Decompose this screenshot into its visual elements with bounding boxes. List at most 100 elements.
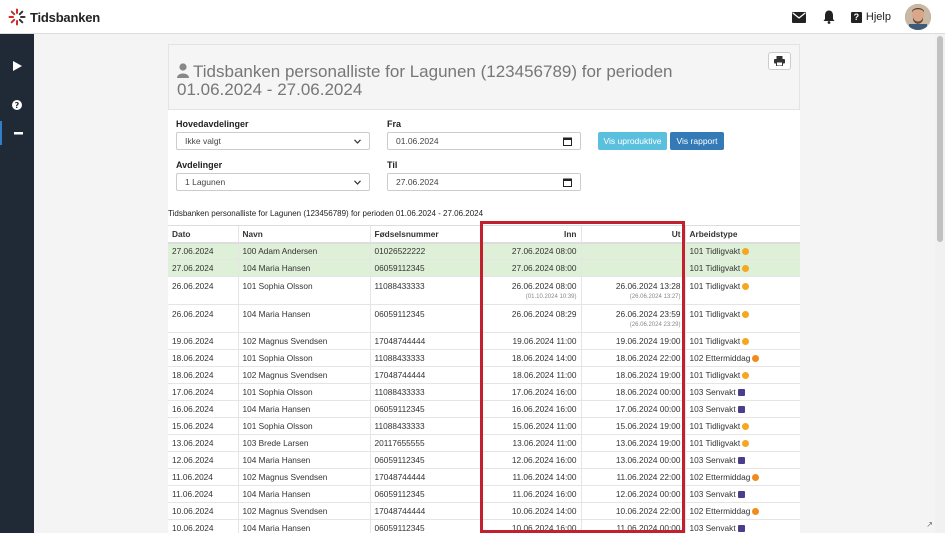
sidebar-help-button[interactable]: ?: [0, 93, 34, 117]
navn-text: 103 Brede Larsen: [242, 438, 309, 448]
col-arbeidstype[interactable]: Arbeidstype: [684, 225, 800, 244]
cell-fodselsnummer: 06059112345: [369, 451, 480, 469]
cell-ut: 11.06.2024 00:00: [580, 519, 685, 533]
cell-dato: 12.06.2024: [168, 451, 238, 469]
sun-icon: [742, 248, 750, 256]
col-inn[interactable]: Inn: [479, 225, 581, 244]
cell-fodselsnummer: 11088433333: [369, 349, 480, 367]
til-date-input[interactable]: 27.06.2024: [387, 173, 581, 191]
fra-date-input[interactable]: 01.06.2024: [387, 132, 581, 150]
table-row: 16.06.2024 104 Maria Hansen 06059112345 16.…: [168, 400, 800, 418]
dato-text: 27.06.2024: [172, 246, 214, 257]
cell-inn: 26.06.2024 08:00 (01.10.2024 10:39): [479, 276, 581, 305]
cell-arbeidstype: 103 Senvakt: [684, 485, 800, 503]
ut-text: 10.06.2024 22:00: [615, 506, 681, 516]
hovedavdelinger-select[interactable]: Ikke valgt: [176, 132, 370, 150]
col-dato[interactable]: Dato: [168, 225, 238, 244]
moon-icon: [737, 389, 745, 396]
sun-icon: [742, 440, 750, 447]
fra-value: 01.06.2024: [396, 136, 439, 146]
cell-navn: 100 Adam Andersen: [237, 242, 370, 260]
sidebar-play-button[interactable]: [0, 54, 34, 78]
vis-rapport-button[interactable]: Vis rapport: [670, 132, 724, 150]
vis-uproduktive-button[interactable]: Vis uproduktive: [598, 132, 667, 150]
fnr-text: 06059112345: [374, 309, 425, 319]
cell-navn: 104 Maria Hansen: [237, 259, 370, 277]
navn-text: 101 Sophia Olsson: [242, 353, 313, 363]
sun-icon: [742, 265, 750, 272]
envelope-icon[interactable]: [791, 9, 807, 25]
bell-icon[interactable]: [821, 9, 837, 25]
cell-arbeidstype: 101 Tidligvakt: [684, 276, 800, 305]
sidebar-collapse-button[interactable]: [0, 121, 34, 145]
table-row: 11.06.2024 104 Maria Hansen 06059112345 11.…: [168, 485, 800, 503]
cell-dato: 27.06.2024: [168, 242, 238, 260]
cell-dato: 18.06.2024: [168, 349, 238, 367]
ut-text: 17.06.2024 00:00: [615, 404, 681, 414]
dato-text: 13.06.2024: [172, 438, 214, 448]
dato-text: 15.06.2024: [172, 421, 214, 431]
ut-text: 12.06.2024 00:00: [615, 489, 681, 499]
dato-text: 10.06.2024: [172, 523, 214, 533]
cell-ut: [580, 259, 685, 277]
dato-text: 26.06.2024: [172, 309, 214, 319]
arbeidstype-text: 103 Senvakt: [689, 523, 736, 533]
col-ut[interactable]: Ut: [580, 225, 685, 244]
navn-text: 101 Sophia Olsson: [242, 387, 313, 397]
col-fodselsnummer[interactable]: Fødselsnummer: [369, 225, 480, 244]
cell-fodselsnummer: 06059112345: [369, 519, 480, 533]
ut-text: 26.06.2024 13:28: [615, 281, 681, 291]
avdelinger-value: 1 Lagunen: [185, 177, 226, 187]
arbeidstype-text: 101 Tidligvakt: [689, 421, 741, 431]
chevron-down-icon: [354, 138, 361, 144]
cell-ut: 18.06.2024 00:00: [580, 383, 685, 401]
ut-text: 26.06.2024 23:59: [615, 309, 681, 319]
moon-icon: [737, 457, 745, 464]
print-button[interactable]: [768, 52, 791, 70]
table-row: 15.06.2024 101 Sophia Olsson 11088433333 15…: [168, 417, 800, 435]
cell-navn: 102 Magnus Svendsen: [237, 332, 370, 350]
cell-navn: 104 Maria Hansen: [237, 304, 370, 333]
cell-arbeidstype: 101 Tidligvakt: [684, 366, 800, 384]
table-row: 17.06.2024 101 Sophia Olsson 11088433333 17…: [168, 383, 800, 401]
fnr-text: 17048744444: [374, 506, 426, 516]
avatar[interactable]: [905, 4, 931, 30]
ut-text: 13.06.2024 19:00: [615, 438, 681, 448]
inn-text: 27.06.2024 08:00: [511, 246, 577, 257]
cell-fodselsnummer: 06059112345: [369, 485, 480, 503]
col-navn[interactable]: Navn: [237, 225, 370, 244]
scrollbar-thumb[interactable]: [937, 36, 943, 242]
fnr-text: 06059112345: [374, 523, 425, 533]
inn-text: 17.06.2024 16:00: [511, 387, 577, 397]
cell-inn: 10.06.2024 16:00: [479, 519, 581, 533]
navn-text: 100 Adam Andersen: [242, 246, 318, 257]
resize-handle-icon[interactable]: ↗: [926, 520, 933, 529]
inn-text: 27.06.2024 08:00: [511, 263, 577, 273]
navn-text: 104 Maria Hansen: [242, 523, 311, 533]
sunset-icon: [752, 508, 760, 515]
ut-text: 15.06.2024 19:00: [615, 421, 681, 431]
arbeidstype-text: 101 Tidligvakt: [689, 246, 741, 257]
inn-text: 11.06.2024 16:00: [512, 489, 577, 499]
arbeidstype-text: 102 Ettermiddag: [689, 353, 751, 363]
fnr-text: 01026522222: [374, 246, 426, 257]
brand-logo[interactable]: Tidsbanken: [8, 7, 100, 27]
cell-inn: 16.06.2024 16:00: [479, 400, 581, 418]
cell-fodselsnummer: 11088433333: [369, 417, 480, 435]
dato-text: 17.06.2024: [172, 387, 214, 397]
avdelinger-label: Avdelinger: [176, 160, 223, 170]
top-bar: Tidsbanken ? Hjelp: [0, 0, 945, 34]
sunset-icon: [752, 355, 760, 362]
sun-icon: [742, 311, 750, 318]
ut-text: 19.06.2024 19:00: [615, 336, 681, 346]
help-link[interactable]: ? Hjelp: [850, 11, 891, 23]
cell-ut: [580, 242, 685, 260]
cell-ut: 18.06.2024 19:00: [580, 366, 685, 384]
navn-text: 104 Maria Hansen: [242, 404, 311, 414]
page-scrollbar[interactable]: [935, 34, 945, 533]
navn-text: 104 Maria Hansen: [242, 489, 311, 499]
navn-text: 102 Magnus Svendsen: [242, 506, 328, 516]
avdelinger-select[interactable]: 1 Lagunen: [176, 173, 370, 191]
dato-text: 16.06.2024: [172, 404, 214, 414]
inn-original-text: (01.10.2024 10:39): [525, 294, 577, 300]
